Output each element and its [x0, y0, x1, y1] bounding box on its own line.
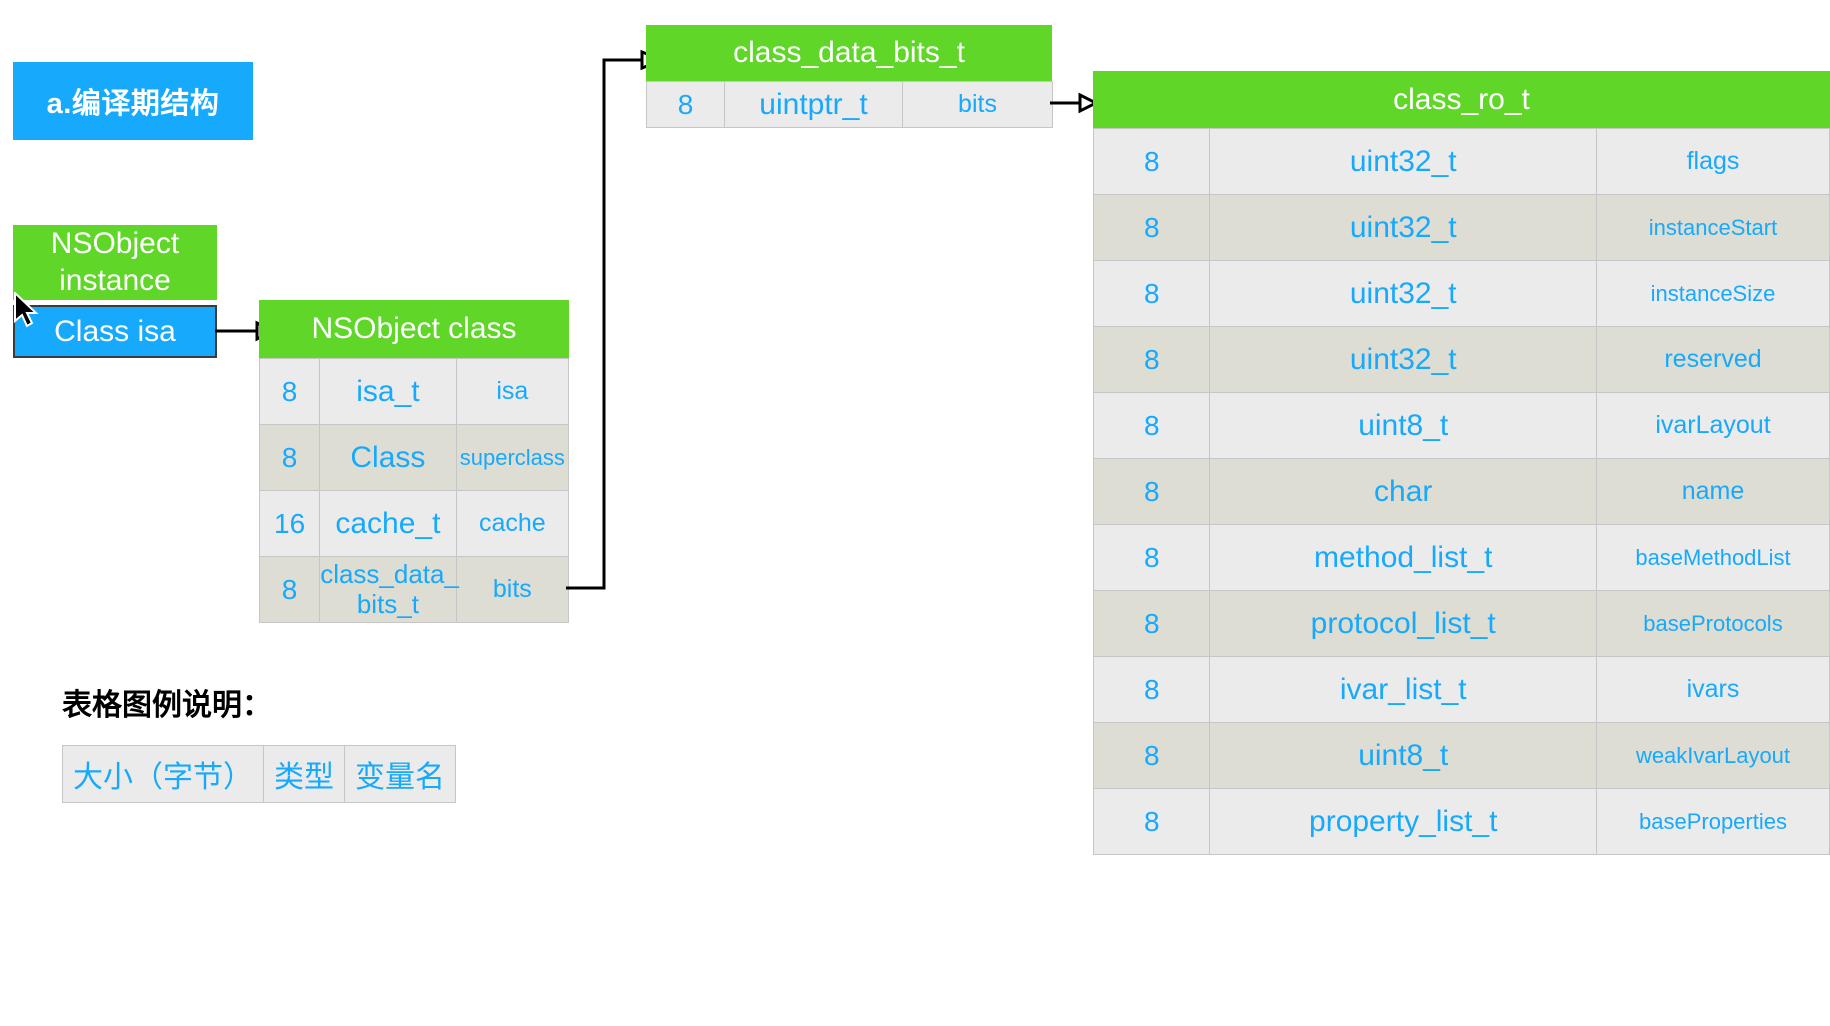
- struct-class-ro-t-title: class_ro_t: [1093, 71, 1830, 128]
- table-row: 8 uint32_t flags: [1092, 128, 1830, 195]
- table-row: 8 method_list_t baseMethodList: [1092, 524, 1830, 591]
- cell-type: protocol_list_t: [1209, 590, 1597, 657]
- cell-size: 8: [1092, 458, 1211, 525]
- cell-type: class_data_ bits_t: [319, 556, 459, 623]
- struct-nsobject-class-title: NSObject class: [259, 300, 569, 358]
- cell-name: ivars: [1595, 656, 1830, 723]
- legend-row: 大小（字节） 类型 变量名: [62, 745, 456, 803]
- connector-bits-to-class-ro: [1050, 92, 1098, 114]
- cell-type: uint32_t: [1209, 194, 1597, 261]
- cell-name: isa: [455, 358, 570, 425]
- cell-name: weakIvarLayout: [1595, 722, 1830, 789]
- struct-nsobject-class: NSObject class 8 isa_t isa 8 Class super…: [258, 300, 570, 623]
- cell-name: flags: [1595, 128, 1830, 195]
- cell-type: ivar_list_t: [1209, 656, 1597, 723]
- nsobject-instance-title-line1: NSObject: [50, 226, 180, 260]
- cell-size: 8: [646, 81, 725, 128]
- struct-class-ro-t-table: 8 uint32_t flags 8 uint32_t instanceStart 8 uin…: [1092, 128, 1830, 855]
- cell-size: 8: [258, 358, 321, 425]
- cell-name: name: [1595, 458, 1830, 525]
- cell-type: Class: [319, 424, 457, 491]
- struct-class-data-bits-t-title: class_data_bits_t: [646, 25, 1052, 81]
- cell-type: uint8_t: [1209, 722, 1597, 789]
- cell-size: 8: [1092, 590, 1211, 657]
- cell-type: cache_t: [319, 490, 457, 557]
- struct-nsobject-class-table: 8 isa_t isa 8 Class superclass 16 cache_…: [258, 358, 570, 623]
- nsobject-instance-title-line2: instance: [59, 263, 171, 297]
- cell-name: bits: [455, 556, 570, 623]
- cell-size: 8: [258, 556, 321, 623]
- cell-name: reserved: [1595, 326, 1830, 393]
- cell-name: baseProtocols: [1595, 590, 1830, 657]
- cell-type: uint32_t: [1209, 260, 1597, 327]
- table-row: 8 uint32_t instanceSize: [1092, 260, 1830, 327]
- legend-cell-type: 类型: [263, 745, 345, 803]
- struct-nsobject-class-title-label: NSObject class: [311, 312, 517, 345]
- diagram-canvas: a.编译期结构 NSObject instance Class isa NSOb…: [0, 0, 1830, 1026]
- nsobject-instance-header: NSObject instance: [13, 225, 217, 300]
- struct-class-ro-t-title-label: class_ro_t: [1393, 82, 1530, 116]
- nsobject-instance-isa-cell: Class isa: [13, 305, 217, 358]
- cell-type: char: [1209, 458, 1597, 525]
- cell-size: 8: [1092, 788, 1211, 855]
- connector-bits-to-class-data-bits: [566, 49, 666, 590]
- struct-class-ro-t: class_ro_t 8 uint32_t flags 8 uint32_t instan…: [1092, 71, 1830, 855]
- table-row: 8 uint8_t weakIvarLayout: [1092, 722, 1830, 789]
- cell-type: uint32_t: [1209, 128, 1597, 195]
- legend-table: 大小（字节） 类型 变量名: [62, 745, 456, 803]
- cell-name: ivarLayout: [1595, 392, 1830, 459]
- stage-badge-label: a.编译期结构: [46, 88, 220, 120]
- table-row: 8 ivar_list_t ivars: [1092, 656, 1830, 723]
- table-row: 8 isa_t isa: [258, 358, 570, 425]
- nsobject-instance-isa-label: Class isa: [54, 314, 176, 348]
- table-row: 8 uint32_t reserved: [1092, 326, 1830, 393]
- cell-size: 8: [258, 424, 321, 491]
- table-row: 8 property_list_t baseProperties: [1092, 788, 1830, 855]
- legend-cell-size: 大小（字节）: [62, 745, 264, 803]
- struct-class-data-bits-t-title-label: class_data_bits_t: [733, 36, 965, 69]
- struct-class-data-bits-t-table: 8 uintptr_t bits: [646, 81, 1053, 128]
- legend-cell-name: 变量名: [344, 745, 456, 803]
- table-row: 8 uintptr_t bits: [646, 81, 1053, 128]
- cell-type: property_list_t: [1209, 788, 1597, 855]
- cell-type: uintptr_t: [724, 81, 903, 128]
- table-row: 8 class_data_ bits_t bits: [258, 556, 570, 623]
- cell-name: bits: [902, 81, 1053, 128]
- legend-title: 表格图例说明：: [62, 689, 272, 722]
- cell-name: superclass: [455, 424, 570, 491]
- cell-size: 8: [1092, 524, 1211, 591]
- cell-name: baseMethodList: [1595, 524, 1830, 591]
- cell-size: 8: [1092, 326, 1211, 393]
- struct-class-data-bits-t: class_data_bits_t 8 uintptr_t bits: [646, 25, 1053, 128]
- table-row: 8 char name: [1092, 458, 1830, 525]
- table-row: 16 cache_t cache: [258, 490, 570, 557]
- cell-name: cache: [455, 490, 570, 557]
- table-row: 8 uint32_t instanceStart: [1092, 194, 1830, 261]
- cell-type: method_list_t: [1209, 524, 1597, 591]
- cell-size: 8: [1092, 722, 1211, 789]
- table-row: 8 uint8_t ivarLayout: [1092, 392, 1830, 459]
- cell-type: uint32_t: [1209, 326, 1597, 393]
- table-row: 8 Class superclass: [258, 424, 570, 491]
- stage-badge: a.编译期结构: [13, 62, 253, 140]
- cell-type: isa_t: [319, 358, 457, 425]
- cell-name: instanceSize: [1595, 260, 1830, 327]
- cell-size: 8: [1092, 194, 1211, 261]
- cell-size: 8: [1092, 128, 1211, 195]
- cell-size: 8: [1092, 392, 1211, 459]
- cell-size: 8: [1092, 260, 1211, 327]
- cell-size: 16: [258, 490, 321, 557]
- cell-type: uint8_t: [1209, 392, 1597, 459]
- cell-name: baseProperties: [1595, 788, 1830, 855]
- cell-size: 8: [1092, 656, 1211, 723]
- table-row: 8 protocol_list_t baseProtocols: [1092, 590, 1830, 657]
- cell-name: instanceStart: [1595, 194, 1830, 261]
